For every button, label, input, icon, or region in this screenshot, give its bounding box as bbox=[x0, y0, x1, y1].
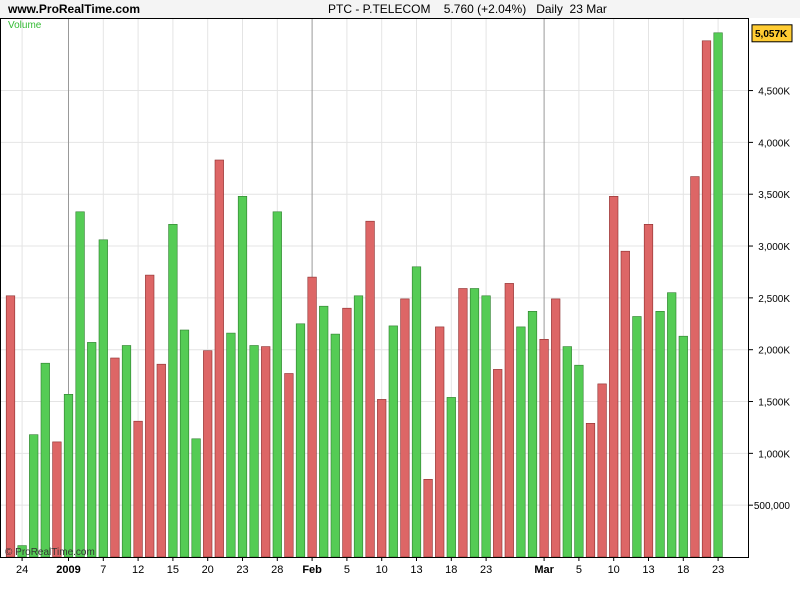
volume-bar bbox=[446, 397, 456, 558]
volume-bar bbox=[203, 350, 213, 558]
y-tick-label: 2,000K bbox=[758, 346, 790, 357]
volume-bar bbox=[504, 283, 514, 558]
volume-bar bbox=[307, 276, 317, 558]
volume-bar bbox=[458, 288, 468, 558]
y-tick-label: 1,000K bbox=[758, 449, 790, 460]
volume-bar bbox=[516, 326, 526, 558]
volume-bar bbox=[585, 422, 596, 558]
y-tick-label: 3,000K bbox=[758, 242, 790, 253]
volume-bar bbox=[527, 310, 538, 558]
volume-bar bbox=[214, 159, 224, 558]
x-tick-label: 10 bbox=[376, 564, 388, 576]
volume-bar bbox=[249, 345, 259, 558]
volume-bar bbox=[643, 224, 654, 558]
volume-bar bbox=[597, 383, 607, 558]
y-tick-label: 4,000K bbox=[758, 138, 790, 149]
volume-bar bbox=[330, 333, 340, 558]
volume-bar bbox=[40, 362, 50, 558]
volume-bar bbox=[110, 357, 120, 558]
volume-bar bbox=[539, 338, 549, 558]
x-tick-label: 13 bbox=[642, 564, 654, 576]
volume-bar bbox=[5, 295, 16, 558]
x-tick-label: 5 bbox=[344, 564, 350, 576]
volume-bar bbox=[632, 316, 642, 558]
volume-bar bbox=[655, 310, 665, 558]
volume-bar bbox=[237, 196, 248, 558]
x-tick-label: 15 bbox=[167, 564, 179, 576]
volume-bar bbox=[342, 307, 352, 558]
volume-bar bbox=[562, 346, 572, 558]
volume-bar bbox=[133, 420, 143, 558]
y-tick-label: 3,500K bbox=[758, 190, 790, 201]
volume-bar bbox=[52, 441, 62, 558]
volume-bar bbox=[551, 298, 561, 558]
volume-bar bbox=[690, 176, 700, 558]
x-tick-label: 23 bbox=[480, 564, 492, 576]
x-tick-label: 10 bbox=[608, 564, 620, 576]
volume-bar bbox=[667, 292, 677, 558]
volume-bar bbox=[353, 295, 364, 558]
panel-label: Volume bbox=[8, 20, 42, 31]
volume-chart: Volume © ProRealTime.com 500,000 1,000K 1,… bbox=[0, 18, 793, 576]
volume-bar bbox=[493, 369, 503, 558]
volume-bar bbox=[284, 373, 294, 558]
x-tick-label: 13 bbox=[410, 564, 422, 576]
volume-bar bbox=[423, 478, 433, 558]
x-axis: 24 2009 7 12 15 20 23 28 Feb 5 10 13 18 23 Mar 5 10 13 18 2… bbox=[16, 557, 724, 576]
y-tick-label: 1,500K bbox=[758, 398, 790, 409]
volume-bar bbox=[145, 274, 155, 558]
volume-bar bbox=[191, 438, 201, 558]
x-tick-label: 18 bbox=[445, 564, 457, 576]
volume-bar bbox=[75, 211, 85, 558]
volume-bar bbox=[272, 211, 282, 558]
volume-bar bbox=[63, 393, 74, 558]
x-tick-label: Mar bbox=[534, 564, 554, 576]
volume-bar bbox=[574, 364, 584, 558]
y-tick-label: 500,000 bbox=[754, 501, 791, 512]
x-tick-label: 23 bbox=[712, 564, 724, 576]
volume-bar bbox=[678, 335, 688, 558]
volume-bar bbox=[168, 224, 178, 558]
volume-bar bbox=[377, 399, 387, 558]
volume-bar bbox=[701, 40, 712, 558]
volume-bar bbox=[388, 325, 398, 558]
y-tick-label: 4,500K bbox=[758, 87, 790, 98]
x-tick-label: 24 bbox=[16, 564, 28, 576]
volume-bar bbox=[319, 305, 329, 558]
x-tick-label: 18 bbox=[677, 564, 689, 576]
x-tick-label: 20 bbox=[202, 564, 214, 576]
volume-bar bbox=[481, 295, 491, 558]
x-tick-label: 12 bbox=[132, 564, 144, 576]
volume-bar bbox=[98, 239, 108, 558]
x-tick-label: 5 bbox=[576, 564, 582, 576]
volume-bar bbox=[435, 326, 445, 558]
y-axis: 500,000 1,000K 1,500K 2,000K 2,500K 3,000K 3,5… bbox=[749, 87, 791, 512]
volume-bar bbox=[87, 342, 97, 558]
volume-bar bbox=[400, 298, 410, 558]
volume-bar bbox=[411, 266, 422, 558]
last-value-label: 5,057K bbox=[755, 29, 788, 40]
x-tick-label: 28 bbox=[271, 564, 283, 576]
x-tick-label: Feb bbox=[302, 564, 322, 576]
y-tick-label: 2,500K bbox=[758, 294, 790, 305]
volume-bar bbox=[469, 288, 480, 558]
volume-bar bbox=[365, 220, 375, 558]
volume-bar bbox=[609, 196, 619, 558]
volume-bars bbox=[5, 32, 723, 558]
volume-bar bbox=[226, 332, 236, 558]
x-tick-label: 2009 bbox=[56, 564, 80, 576]
volume-bar bbox=[121, 345, 132, 558]
x-tick-label: 7 bbox=[100, 564, 106, 576]
volume-bar bbox=[620, 250, 630, 558]
volume-bar bbox=[29, 434, 39, 558]
volume-bar bbox=[713, 32, 723, 558]
volume-bar bbox=[156, 363, 166, 558]
volume-bar bbox=[179, 329, 190, 558]
volume-bar bbox=[261, 346, 271, 558]
volume-bar bbox=[295, 323, 306, 558]
last-value-marker: 5,057K bbox=[751, 24, 793, 43]
x-tick-label: 23 bbox=[236, 564, 248, 576]
copyright-text: © ProRealTime.com bbox=[5, 547, 95, 558]
